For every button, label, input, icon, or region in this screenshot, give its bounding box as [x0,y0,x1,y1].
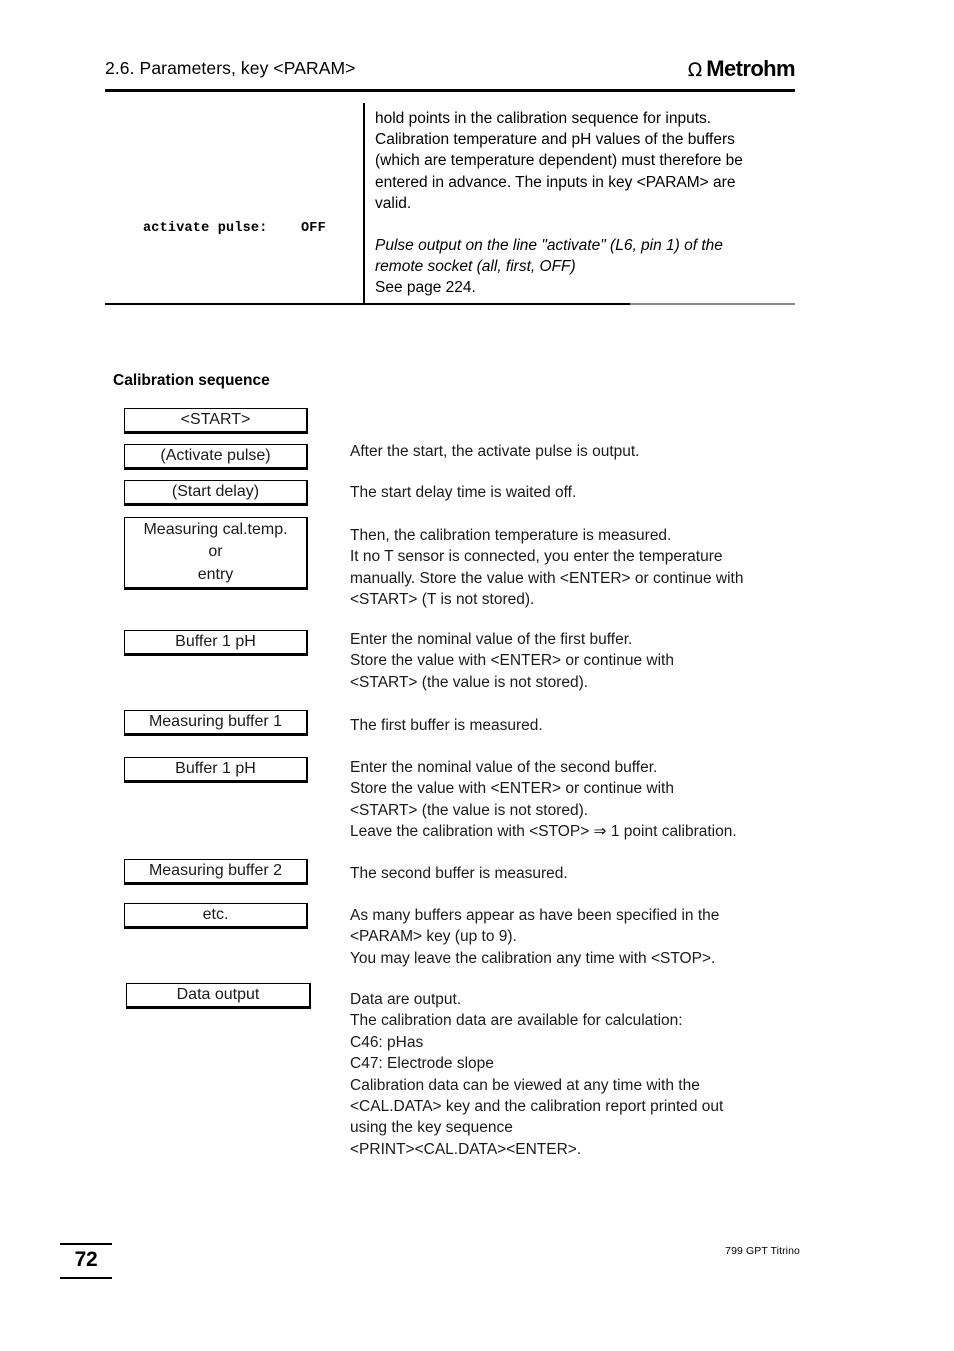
flow-text-line: Data are output. [350,991,462,1008]
description-line: hold points in the calibration sequence … [375,110,712,127]
flow-text-line: After the start, the activate pulse is o… [350,443,640,460]
page-number: 72 [74,1248,98,1271]
flow-box-label: (Start delay) [171,482,260,500]
flow-text-line: The calibration data are available for c… [350,1012,683,1030]
flow-text-line: C47: Electrode slope [350,1055,494,1073]
footer-rule-bottom [60,1277,112,1279]
flow-box-label: <START> [180,410,251,428]
flow-text-line: <PRINT><CAL.DATA><ENTER>. [350,1140,582,1158]
flow-text-start-delay: The start delay time is waited off. [350,482,810,503]
flow-text-line: Store the value with <ENTER> or continue… [350,652,674,670]
flow-text-line: Then, the calibration temperature is mea… [350,527,672,544]
flow-box-label: Measuring cal.temp. [143,520,288,538]
flow-text-line: The start delay time is waited off. [350,484,577,501]
flow-box-etc: etc. [124,903,308,929]
footer-rule-top [60,1243,112,1245]
flow-box-measuring-cal-temp: Measuring cal.temp. or entry [124,517,308,590]
table-vertical-divider [363,103,365,305]
flow-box-label: Buffer 1 pH [175,632,256,650]
flow-box-label: Measuring buffer 2 [148,861,283,879]
flow-text-line: using the key sequence [350,1119,513,1137]
flow-text-etc: As many buffers appear as have been spec… [350,905,810,969]
description-line: See page 224. [375,279,476,297]
flow-box-buffer-1-ph-first: Buffer 1 pH [124,630,308,656]
description-line: valid. [375,194,412,212]
parameter-description-cell: hold points in the calibration sequence … [375,108,795,299]
flow-text-line: <START> (the value is not stored). [350,673,589,691]
flow-text-line: Store the value with <ENTER> or continue… [350,780,674,798]
description-line: entered in advance. The inputs in key <P… [375,173,736,191]
flow-text-line: manually. Store the value with <ENTER> o… [350,569,744,587]
flow-text-data-output: Data are output. The calibration data ar… [350,989,810,1160]
section-heading: Calibration sequence [113,372,270,389]
flow-text-line: The second buffer is measured. [350,865,568,882]
parameter-value: OFF [301,221,326,236]
flow-text-line: Calibration data can be viewed at any ti… [350,1076,700,1094]
flow-text-measuring-cal-temp: Then, the calibration temperature is mea… [350,525,810,611]
flow-text-line: <PARAM> key (up to 9). [350,928,517,946]
flow-text-activate-pulse: After the start, the activate pulse is o… [350,441,810,462]
flow-text-measuring-buffer-1: The first buffer is measured. [350,715,810,736]
flow-text-measuring-buffer-2: The second buffer is measured. [350,863,810,884]
table-bottom-rule-faded [630,303,795,305]
flow-text-line: C46: pHas [350,1033,424,1051]
metrohm-logo: Ω Metrohm [687,56,796,82]
flow-text-line: The first buffer is measured. [350,717,543,734]
page-title: 2.6. Parameters, key <PARAM> [105,58,356,78]
flow-box-label: Data output [176,985,260,1003]
flow-text-buffer-1-ph-first: Enter the nominal value of the first buf… [350,629,810,693]
product-name: 799 GPT Titrino [725,1245,800,1257]
parameter-name: activate pulse: [143,221,268,236]
flow-box-measuring-buffer-1: Measuring buffer 1 [124,710,308,736]
parameter-table: activate pulse: OFF hold points in the c… [105,103,795,305]
flow-text-line: You may leave the calibration any time w… [350,949,716,967]
flow-box-buffer-1-ph-second: Buffer 1 pH [124,757,308,783]
brand-name: Metrohm [706,56,795,81]
flow-box-activate-pulse: (Activate pulse) [124,444,308,470]
page-header: 2.6. Parameters, key <PARAM> Ω Metrohm [105,56,796,92]
flow-text-line: <START> (T is not stored). [350,591,535,609]
flow-box-label: or [208,543,223,561]
description-line: Calibration temperature and pH values of… [375,131,735,149]
description-line-italic: remote socket (all, first, OFF) [375,258,576,276]
omega-symbol-icon: Ω [687,58,703,81]
header-divider [105,89,795,92]
description-line: (which are temperature dependent) must t… [375,152,743,170]
flow-box-label: Buffer 1 pH [175,759,256,777]
flow-box-label: etc. [202,905,229,923]
flow-box-label: entry [197,565,234,583]
flow-text-line: Enter the nominal value of the first buf… [350,631,633,648]
flow-text-line: Leave the calibration with <STOP> ⇒ 1 po… [350,823,737,841]
flow-text-line: <START> (the value is not stored). [350,801,589,819]
flow-box-start-delay: (Start delay) [124,480,308,506]
flow-box-data-output: Data output [126,983,311,1009]
flow-box-label: (Activate pulse) [160,446,271,464]
flow-box-label: Measuring buffer 1 [148,712,283,730]
flow-text-line: As many buffers appear as have been spec… [350,907,720,924]
flow-box-measuring-buffer-2: Measuring buffer 2 [124,859,308,885]
flow-text-line: It no T sensor is connected, you enter t… [350,548,723,566]
flow-text-buffer-1-ph-second: Enter the nominal value of the second bu… [350,757,810,843]
flow-box-start: <START> [124,408,308,434]
flow-text-line: Enter the nominal value of the second bu… [350,759,658,776]
flow-text-line: <CAL.DATA> key and the calibration repor… [350,1098,724,1116]
description-line-italic: Pulse output on the line "activate" (L6,… [375,237,723,255]
